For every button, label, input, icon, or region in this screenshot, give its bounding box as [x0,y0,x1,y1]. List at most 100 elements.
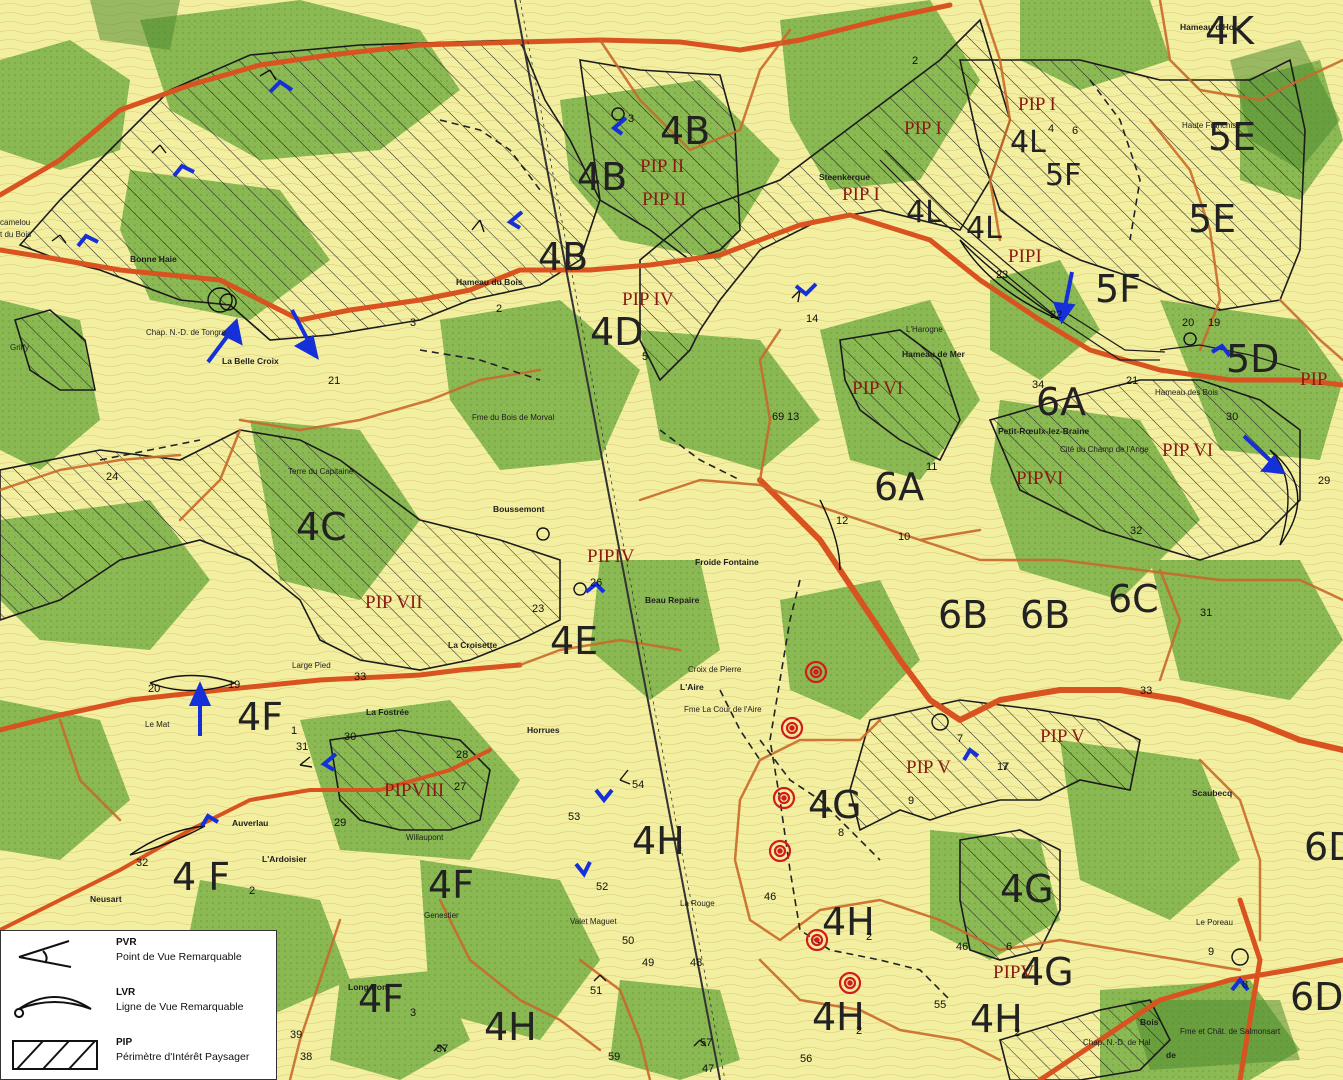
map-legend: PVR Point de Vue Remarquable LVR Ligne d… [0,930,277,1080]
view-number: 3 [628,113,634,125]
view-number: 56 [800,1053,812,1065]
place-name: Fme du Bois de Morval [472,413,554,422]
view-number: 52 [596,881,608,893]
view-number: 54 [632,779,644,791]
zone-label: 4C [296,505,347,549]
view-number: 57 [700,1037,712,1049]
view-number: 7 [957,733,963,745]
pvr-symbol-icon [18,940,72,968]
place-name: Fme et Chât. de Salmonsart [1180,1027,1281,1036]
view-number: 50 [622,935,634,947]
view-number: 49 [642,957,654,969]
view-number: 21 [1126,375,1138,387]
view-number: 31 [1200,607,1212,619]
place-name: La Rouge [680,899,715,908]
place-name: Chap. N.-D. de Tongre [146,328,226,337]
legend-row-pip: PIP Périmètre d'Intérêt Paysager [1,1031,278,1077]
view-number: 59 [608,1051,620,1063]
view-number: 28 [456,749,468,761]
pip-label: PIPVI [1016,468,1064,489]
view-number: 55 [934,999,946,1011]
zone-label: 4F [428,863,474,907]
place-name: Valet Maguet [570,917,617,926]
place-name: de [1166,1050,1176,1060]
pip-label: PIP V [906,757,951,778]
view-number: 33 [354,671,366,683]
place-name: Hameau d'Hou [1180,22,1239,32]
view-number: 14 [806,313,818,325]
place-name: Auverlau [232,818,268,828]
view-number: 9 [908,795,914,807]
pip-label: PIPVIII [384,780,444,801]
zone-label: 4B [577,155,627,199]
legend-description: Périmètre d'Intérêt Paysager [116,1051,250,1063]
view-number: 32 [136,857,148,869]
view-number: 13 [787,411,799,423]
view-number: 6 [1072,125,1078,137]
zone-label: 6C [1108,577,1159,621]
zone-label: 6A [874,465,924,509]
view-number: 4 [1048,123,1054,135]
topographic-map[interactable]: 4K 5E 5E 5F 5F 5D 4L 4L 4L 4B 4B 4B 4D 6… [0,0,1343,1080]
zone-label: 6D [1290,975,1343,1019]
view-number: 23 [532,603,544,615]
pip-label: PIP [1300,369,1327,390]
place-name: camelou [0,218,30,227]
view-number: 69 [772,411,784,423]
pip-label: PIPI [1008,246,1042,267]
view-number: 47 [702,1063,714,1075]
place-name: L'Harogne [906,325,943,334]
zone-label: 4G [808,783,862,827]
view-number: 8 [1242,979,1248,991]
view-number: 46 [764,891,776,903]
view-number: 34 [1032,379,1044,391]
pip-label: PIP I [904,118,942,139]
place-name: Terre du Capitaine [288,467,354,476]
legend-description: Ligne de Vue Remarquable [116,1001,244,1013]
zone-label: 5E [1188,197,1236,241]
pip-label: PIP VI [852,378,903,399]
view-number: 30 [344,731,356,743]
place-name: Hameau des Bois [1155,388,1218,397]
view-number: 22 [1050,309,1062,321]
pip-label: PIPIV [587,546,635,567]
view-number: 8 [838,827,844,839]
place-name: Willaupont [406,833,444,842]
place-name: Cité du Champ de l'Ange [1060,445,1149,454]
view-number: 39 [290,1029,302,1041]
zone-label: 4E [550,619,598,663]
place-name: Scaubecq [1192,788,1232,798]
place-name: Horrues [527,725,560,735]
place-name: L'Ardoisier [262,854,307,864]
zone-label: 4L [966,211,1002,246]
view-number: 26 [590,577,602,589]
zone-label: 4G [1000,867,1054,911]
legend-code: PIP [116,1037,133,1048]
place-name: Le Poreau [1196,918,1233,927]
place-name: Le Mat [145,720,170,729]
place-name: Fme La Cour de l'Aire [684,705,762,714]
view-number: 20 [148,683,160,695]
view-number: 3 [410,317,416,329]
place-name: Croix de Pierre [688,665,742,674]
legend-row-pvr: PVR Point de Vue Remarquable [1,931,278,977]
view-number: 11 [926,461,937,473]
zone-label: 4D [590,310,643,354]
view-number: 21 [328,375,340,387]
zone-label: 4F [237,695,283,739]
place-name: Steenkerque [819,172,870,182]
view-number: 9 [1208,946,1214,958]
view-number: 19 [228,679,240,691]
pip-label: PIP I [1018,94,1056,115]
place-name: Chap. N.-D. de Hal [1083,1038,1151,1047]
zone-subscript: 2 [866,931,872,943]
view-number: 6 [1006,941,1012,953]
zone-label: 4H [484,1005,537,1049]
place-name: Griffy [10,343,29,352]
pip-label: PIP II [642,189,686,210]
view-number: 5 [642,351,648,363]
pip-label: PIP VI [1162,440,1213,461]
view-number: 48 [690,957,702,969]
legend-code: LVR [116,987,136,998]
pip-label: PIP IV [622,289,674,310]
